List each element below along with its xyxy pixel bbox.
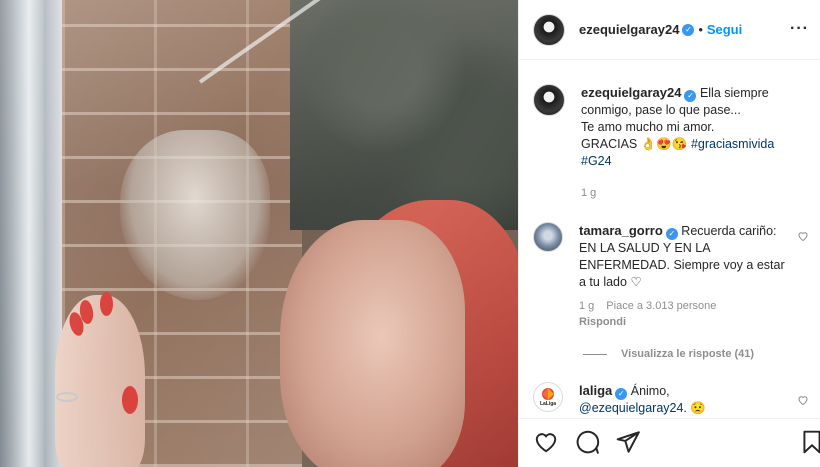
comment-likes[interactable]: Piace a 3.013 persone: [606, 300, 716, 312]
laliga-logo-icon: [542, 388, 554, 400]
bookmark-icon[interactable]: [799, 429, 820, 455]
comment: LaLiga laliga ✓ Ánimo, @ezequielgaray24. …: [533, 382, 815, 417]
comment-bubble-icon[interactable]: [574, 429, 600, 455]
more-options-icon[interactable]: ···: [790, 20, 809, 38]
comment-time[interactable]: 1 g: [579, 300, 594, 312]
comment-emoji: ♡: [630, 275, 642, 289]
action-bar: [519, 418, 820, 467]
hashtag-link[interactable]: #G24: [581, 154, 612, 168]
divider-line: [583, 353, 607, 355]
verified-badge-icon: ✓: [684, 90, 697, 102]
avatar[interactable]: [533, 84, 565, 116]
post-sidebar: ezequielgaray24 ✓ • Segui ··· ezequielga…: [518, 0, 820, 467]
post-header: ezequielgaray24 ✓ • Segui ···: [519, 0, 820, 60]
caption-time[interactable]: 1 g: [581, 187, 596, 199]
post-photo[interactable]: [0, 0, 518, 467]
verified-badge-icon: ✓: [682, 23, 695, 36]
comment-meta: 1 g Piace a 3.013 persone Rispondi: [579, 299, 794, 329]
glass-reflection: [0, 0, 518, 467]
heart-outline-icon[interactable]: [533, 429, 559, 455]
avatar[interactable]: [533, 13, 565, 46]
separator-dot: •: [698, 22, 703, 37]
comment-like-heart-icon[interactable]: [797, 394, 809, 406]
caption-line: Te amo mucho mi amor.: [581, 120, 715, 134]
comments-list[interactable]: ezequielgaray24 ✓ Ella siempre conmigo, p…: [519, 72, 820, 418]
comment-username[interactable]: tamara_gorro: [579, 223, 663, 238]
view-replies-button[interactable]: Visualizza le risposte (41): [583, 348, 754, 360]
instagram-post: ezequielgaray24 ✓ • Segui ··· ezequielga…: [0, 0, 820, 467]
caption-line: Ella siempre: [699, 86, 769, 100]
comment-text: tamara_gorro ✓ Recuerda cariño: EN LA SAL…: [579, 222, 794, 329]
avatar[interactable]: LaLiga: [533, 382, 563, 412]
reply-button[interactable]: Rispondi: [579, 315, 794, 329]
view-replies-label: Visualizza le risposte (41): [621, 348, 755, 360]
comment-emoji: 😟: [690, 401, 706, 415]
comment-text: laliga ✓ Ánimo, @ezequielgaray24. 😟: [579, 382, 794, 417]
caption-username[interactable]: ezequielgaray24: [581, 85, 681, 100]
header-username[interactable]: ezequielgaray24: [579, 22, 679, 37]
hashtag-link[interactable]: #graciasmivida: [691, 137, 774, 151]
laliga-logo-text: LaLiga: [539, 401, 557, 407]
mention-link[interactable]: @ezequielgaray24.: [579, 401, 687, 415]
caption-line: conmigo, pase lo que pase...: [581, 103, 741, 117]
comment: tamara_gorro ✓ Recuerda cariño: EN LA SAL…: [533, 222, 815, 329]
follow-button[interactable]: Segui: [707, 22, 742, 37]
comment-body: Ánimo,: [630, 384, 670, 398]
verified-badge-icon: ✓: [615, 388, 628, 400]
comment-like-heart-icon[interactable]: [797, 230, 809, 242]
caption-line: GRACIAS: [581, 137, 641, 151]
verified-badge-icon: ✓: [665, 228, 678, 240]
caption-text: ezequielgaray24 ✓ Ella siempre conmigo, p…: [581, 84, 796, 200]
caption-emojis: 👌😍😘: [640, 137, 688, 151]
caption-meta: 1 g: [581, 186, 796, 200]
caption: ezequielgaray24 ✓ Ella siempre conmigo, p…: [533, 84, 815, 200]
comment-username[interactable]: laliga: [579, 383, 612, 398]
paper-plane-icon[interactable]: [615, 429, 641, 455]
avatar[interactable]: [533, 222, 563, 252]
